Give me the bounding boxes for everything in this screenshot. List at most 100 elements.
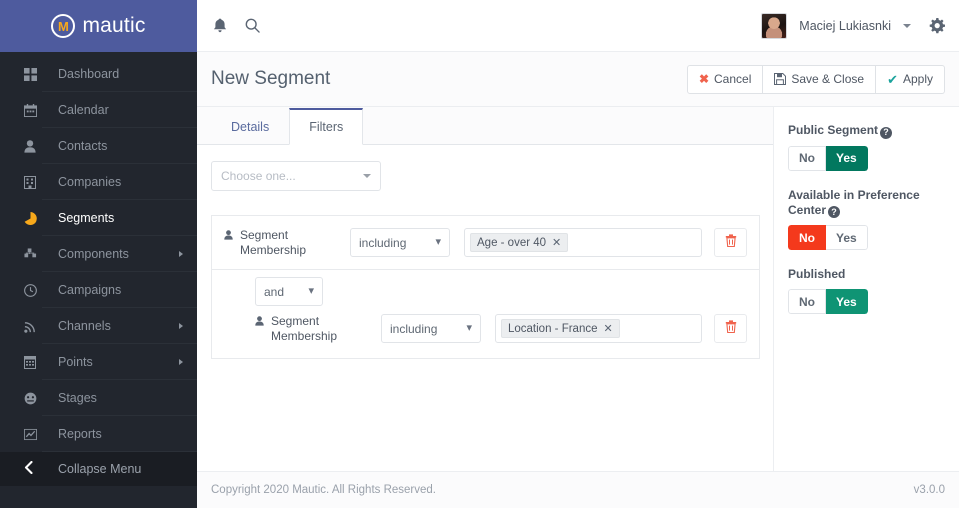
apply-button-label: Apply	[902, 72, 933, 86]
filter-join-operator-select[interactable]: and ▾	[255, 277, 323, 306]
filter-value-chip: Age - over 40 ✕	[470, 233, 569, 252]
toggle-option-no[interactable]: No	[788, 289, 826, 314]
topbar-left-icons	[213, 18, 260, 33]
sidebar-item-label: Stages	[58, 391, 97, 405]
grid-icon	[24, 67, 44, 81]
delete-filter-button[interactable]	[714, 314, 747, 343]
toggle-option-no[interactable]: No	[788, 145, 826, 171]
bell-icon[interactable]	[213, 18, 227, 33]
filter-value-chip: Location - France ✕	[501, 319, 620, 338]
chevron-down-icon[interactable]	[903, 23, 911, 28]
main-column: Details Filters Choose one... Segment Me…	[197, 107, 773, 471]
filter-row: Segment Membership including ▾ Location …	[224, 313, 747, 344]
filter-value-field[interactable]: Location - France ✕	[495, 314, 702, 343]
sidebar-item-campaigns[interactable]: Campaigns	[0, 272, 197, 308]
filter-join-operator-value: and	[264, 284, 285, 299]
choose-filter-select[interactable]: Choose one...	[211, 161, 381, 191]
brand-name: mautic	[82, 14, 146, 37]
check-icon: ✔	[887, 71, 898, 87]
option-public-segment: Public Segment? No Yes	[788, 123, 945, 171]
header-button-group: ✖ Cancel Save & Close ✔ Apply	[686, 64, 945, 94]
trash-icon	[725, 233, 737, 252]
mautic-logo-icon: M	[51, 14, 76, 38]
sidebar-item-segments[interactable]: Segments	[0, 200, 197, 236]
chevron-down-icon: ▾	[435, 236, 441, 248]
tab-filters-label: Filters	[309, 120, 344, 134]
cancel-button-label: Cancel	[714, 72, 752, 86]
save-icon	[774, 73, 787, 85]
collapse-menu-button[interactable]: Collapse Menu	[0, 452, 197, 486]
choose-filter-select-value: Choose one...	[221, 169, 296, 183]
filter-operator-value: including	[359, 235, 407, 250]
sidebar-item-label: Reports	[58, 427, 102, 441]
filter-value-chip-label: Location - France	[508, 322, 598, 335]
filter-operator-select[interactable]: including ▾	[381, 314, 481, 343]
sidebar-item-label: Companies	[58, 175, 122, 189]
sidebar-item-reports[interactable]: Reports	[0, 416, 197, 452]
toggle-option-yes[interactable]: Yes	[826, 145, 868, 171]
page-title: New Segment	[211, 68, 331, 89]
brand-logo[interactable]: M mautic	[0, 0, 197, 52]
footer: Copyright 2020 Mautic. All Rights Reserv…	[197, 471, 959, 508]
chevron-right-icon	[179, 251, 183, 257]
help-icon[interactable]: ?	[828, 206, 841, 218]
filter-operator-select[interactable]: including ▾	[350, 228, 450, 257]
public-segment-toggle: No Yes	[788, 145, 868, 171]
tab-filters[interactable]: Filters	[289, 108, 364, 145]
toggle-option-no[interactable]: No	[788, 225, 826, 250]
topbar-user-area: Maciej Lukiasnki	[761, 12, 945, 39]
toggle-option-yes[interactable]: Yes	[826, 225, 868, 250]
body-area: Details Filters Choose one... Segment Me…	[197, 107, 959, 471]
avatar[interactable]	[761, 12, 788, 39]
sidebar-item-label: Channels	[58, 319, 111, 333]
chevron-down-icon: ▾	[466, 322, 472, 334]
tab-details-label: Details	[231, 120, 270, 134]
line-chart-icon	[24, 428, 44, 441]
gear-icon[interactable]	[929, 17, 945, 34]
option-label: Published	[788, 267, 945, 282]
sidebar-item-label: Points	[58, 355, 93, 369]
toggle-option-yes[interactable]: Yes	[826, 289, 868, 314]
help-icon[interactable]: ?	[880, 126, 893, 139]
sidebar-item-stages[interactable]: Stages	[0, 380, 197, 416]
filters-panel: Choose one... Segment Membership includi…	[197, 145, 773, 471]
search-icon[interactable]	[245, 18, 260, 33]
right-options-panel: Public Segment? No Yes Available in Pref…	[773, 107, 959, 471]
apply-button[interactable]: ✔ Apply	[876, 64, 945, 94]
filter-field-label: Segment Membership	[224, 227, 336, 258]
brand-mark-letter: M	[58, 18, 69, 34]
option-label-text: Published	[788, 267, 846, 281]
sidebar-item-contacts[interactable]: Contacts	[0, 128, 197, 164]
tab-details[interactable]: Details	[211, 108, 289, 145]
delete-filter-button[interactable]	[714, 228, 747, 257]
sidebar-item-calendar[interactable]: Calendar	[0, 92, 197, 128]
save-and-close-button[interactable]: Save & Close	[763, 64, 877, 94]
puzzle-icon	[24, 247, 44, 261]
sidebar-item-companies[interactable]: Companies	[0, 164, 197, 200]
sidebar-item-label: Segments	[58, 211, 115, 225]
sidebar-item-components[interactable]: Components	[0, 236, 197, 272]
filter-field-label-text: Segment Membership	[271, 314, 338, 343]
option-label-text: Available in Preference Center	[788, 187, 920, 217]
option-label: Public Segment?	[788, 123, 945, 139]
cancel-button[interactable]: ✖ Cancel	[686, 64, 764, 94]
sidebar-item-channels[interactable]: Channels	[0, 308, 197, 344]
user-name[interactable]: Maciej Lukiasnki	[799, 19, 891, 33]
sidebar-item-label: Contacts	[58, 139, 108, 153]
filter-field-label: Segment Membership	[255, 313, 367, 344]
close-icon[interactable]: ✕	[552, 236, 561, 249]
calendar-icon	[24, 103, 44, 117]
filter-value-field[interactable]: Age - over 40 ✕	[464, 228, 702, 257]
sidebar-item-dashboard[interactable]: Dashboard	[0, 56, 197, 92]
option-published: Published No Yes	[788, 267, 945, 314]
filter-card-2: and ▾ Segment Membership including ▾ Loc…	[211, 270, 760, 359]
gauge-icon	[24, 392, 44, 405]
trash-icon	[725, 319, 737, 338]
version-text: v3.0.0	[913, 484, 945, 496]
sidebar-item-points[interactable]: Points	[0, 344, 197, 380]
building-icon	[24, 175, 44, 189]
filters-list: Segment Membership including ▾ Age - ove…	[211, 215, 760, 359]
close-icon[interactable]: ✕	[604, 322, 613, 335]
page-header: New Segment ✖ Cancel Save & Close ✔ Appl…	[197, 52, 959, 107]
published-toggle: No Yes	[788, 289, 868, 314]
